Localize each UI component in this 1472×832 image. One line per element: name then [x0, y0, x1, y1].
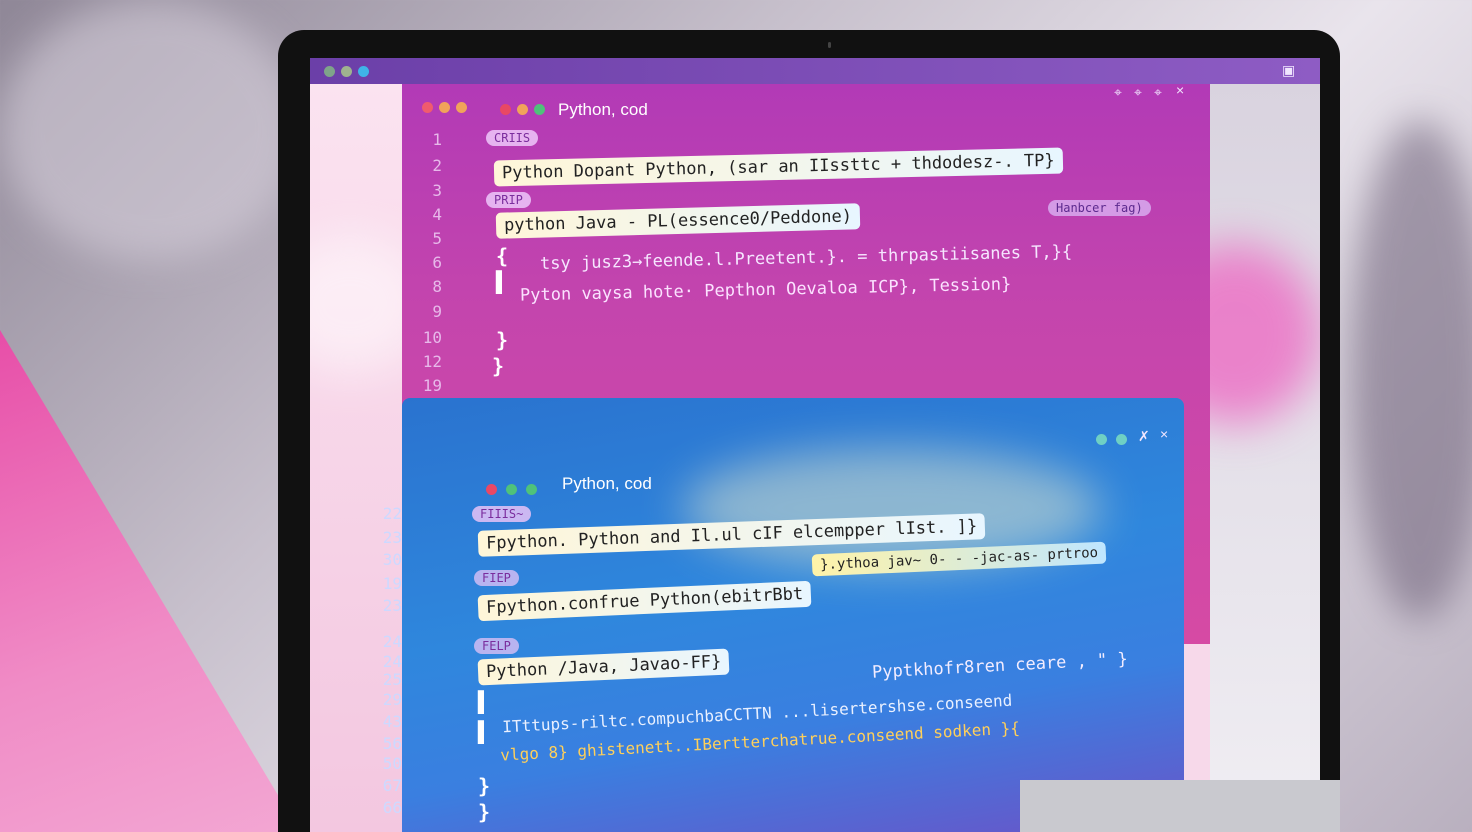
code-brace: }: [492, 354, 505, 378]
badge: Hanbcer fag): [1048, 200, 1151, 216]
code-tag: CRIIS: [486, 130, 539, 146]
code-brace: ▌: [478, 720, 491, 744]
close-dot-icon[interactable]: [422, 102, 433, 113]
line-number: 23: [382, 596, 402, 615]
monitor-stand: [1020, 780, 1340, 832]
window-dot-icon[interactable]: [1116, 434, 1127, 445]
line-number: 5: [432, 229, 442, 248]
code-tag: FIIIS~: [472, 506, 532, 522]
code-brace: }: [496, 328, 509, 352]
close-icon[interactable]: ×: [1176, 82, 1184, 98]
editor-control-icon[interactable]: ⌖: [1114, 84, 1122, 101]
tab-dot-icon: [534, 104, 545, 115]
line-number: 19: [382, 574, 402, 593]
tab-dot-icon: [517, 104, 528, 115]
line-number: 24: [382, 632, 402, 651]
window-dot-icon[interactable]: [1096, 434, 1107, 445]
tab-dot-icon: [486, 484, 497, 495]
line-number: 2: [432, 156, 442, 175]
line-number: 50: [382, 754, 402, 773]
top-controls-icon[interactable]: ▣: [1282, 62, 1295, 79]
line-number: 19: [422, 376, 442, 395]
code-brace: ▌: [496, 270, 509, 294]
line-number: 9: [432, 302, 442, 321]
minimize-dot-icon[interactable]: [439, 102, 450, 113]
line-number: 4: [432, 205, 442, 224]
line-number: 10: [422, 328, 442, 347]
tab-dot-icon: [500, 104, 511, 115]
line-number: 56: [382, 734, 402, 753]
line-number: 25: [382, 670, 402, 689]
code-brace: ▌: [478, 690, 491, 714]
line-number: 3: [432, 181, 442, 200]
line-number: 6: [432, 253, 442, 272]
line-number: 66: [382, 798, 402, 817]
code-line[interactable]: Pyton vaysa hote· Pepthon Oevaloa ICP}, …: [520, 274, 1012, 305]
editor-title: Python, cod: [558, 100, 648, 119]
line-number: 24: [382, 652, 402, 671]
code-line[interactable]: Pyptkhofr8ren ceare , " }: [872, 649, 1129, 682]
background-pink-shape: [0, 330, 300, 832]
code-brace: }: [478, 774, 491, 798]
camera: [828, 42, 831, 48]
line-number: 30: [382, 550, 402, 569]
tab-dot-icon: [526, 484, 537, 495]
line-number: 29: [382, 690, 402, 709]
background-blur: [1350, 120, 1472, 620]
line-number: 67: [382, 776, 402, 795]
code-line-highlight[interactable]: Python /Java, Javao-FF}: [477, 648, 730, 686]
code-tag: FIEP: [474, 570, 519, 586]
editor-title: Python, cod: [562, 474, 652, 493]
line-number: 8: [432, 277, 442, 296]
line-number: 12: [422, 352, 442, 371]
code-brace: }: [478, 800, 491, 824]
screen: ▣ Python, cod ⌖ ⌖ ⌖ × 1 2 3 4 5 6 8 9 10…: [310, 58, 1320, 832]
line-number: 23: [382, 528, 402, 547]
code-line-highlight[interactable]: Python Dopant Python, (sar an IIssttc + …: [493, 147, 1063, 187]
code-tag: FELP: [474, 638, 519, 654]
code-editor-window-2[interactable]: ✗ × Python, cod 22 23 30 19 23 24 24 25 …: [383, 398, 1184, 832]
line-number: 1: [432, 130, 442, 149]
maximize-dot-icon[interactable]: [456, 102, 467, 113]
background-blur: [0, 0, 300, 260]
close-icon[interactable]: ×: [1160, 426, 1168, 442]
window-dot-icon[interactable]: [324, 66, 335, 77]
window-dot-icon[interactable]: [358, 66, 369, 77]
code-line-highlight[interactable]: Fpython.confrue Python(ebitrBbt: [477, 580, 812, 622]
system-top-bar: ▣: [310, 58, 1320, 84]
line-number: 22: [382, 504, 402, 523]
pin-icon[interactable]: ✗: [1138, 428, 1150, 445]
code-line-highlight[interactable]: python Java - PL(essence0/Peddone): [495, 203, 861, 239]
window-dot-icon[interactable]: [341, 66, 352, 77]
tab-dot-icon: [506, 484, 517, 495]
code-tag: PRIP: [486, 192, 531, 208]
editor-control-icon[interactable]: ⌖: [1134, 84, 1142, 101]
code-line[interactable]: tsy jusz3→feende.l.Preetent.}. = thrpast…: [540, 242, 1073, 274]
line-number: 43: [382, 712, 402, 731]
code-brace: {: [496, 244, 509, 268]
editor-control-icon[interactable]: ⌖: [1154, 84, 1162, 101]
right-panel: [1150, 84, 1320, 832]
